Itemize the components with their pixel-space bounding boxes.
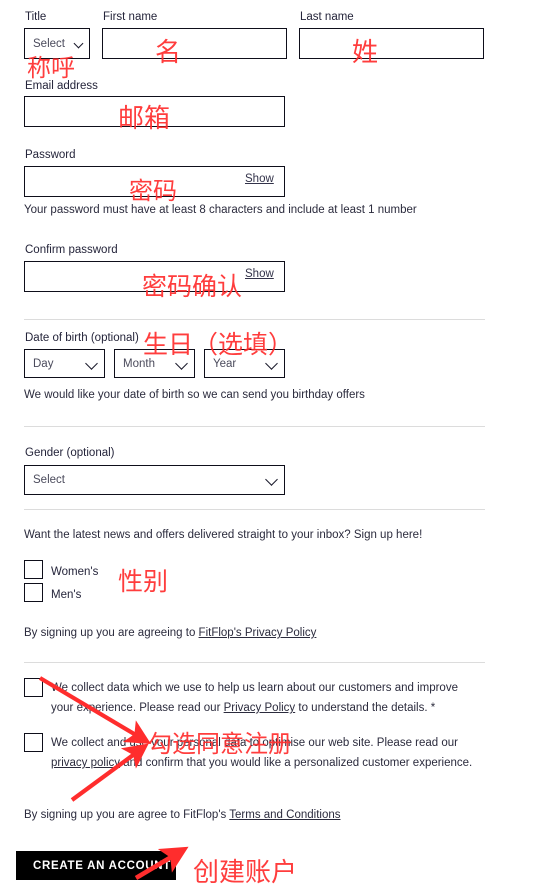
signup-form-page: Title Select First name Last name Email … (0, 0, 545, 888)
divider-gender (24, 426, 485, 427)
chevron-down-icon (85, 356, 98, 370)
fitflop-privacy-policy-link[interactable]: FitFlop's Privacy Policy (199, 627, 317, 639)
email-label: Email address (25, 80, 98, 92)
consent-checkbox-personalization[interactable] (24, 733, 43, 752)
last-name-input[interactable] (299, 28, 484, 59)
terms-prefix: By signing up you are agree to FitFlop's (24, 809, 230, 821)
gender-label: Gender (optional) (25, 447, 115, 459)
title-select[interactable]: Select (24, 28, 90, 59)
newsletter-checkbox-mens[interactable] (24, 583, 43, 602)
consent-checkbox-data[interactable] (24, 678, 43, 697)
divider-dob (24, 319, 485, 320)
newsletter-prompt: Want the latest news and offers delivere… (24, 529, 423, 541)
chevron-down-icon (265, 473, 278, 486)
dob-reason-text: We would like your date of birth so we c… (24, 389, 365, 401)
consent-personalization-after: and confirm that you would like a person… (120, 757, 473, 769)
consent-data-after: to understand the details. * (295, 702, 436, 714)
privacy-policy-link[interactable]: Privacy Policy (224, 702, 296, 714)
consent-text-personalization: We collect and use your personal data to… (51, 733, 483, 773)
newsletter-agreement: By signing up you are agreeing to FitFlo… (24, 623, 504, 643)
newsletter-agreement-prefix: By signing up you are agreeing to (24, 627, 199, 639)
chevron-down-icon (175, 356, 188, 370)
dob-month-select[interactable]: Month (114, 349, 195, 378)
first-name-input[interactable] (102, 28, 287, 59)
first-name-label: First name (103, 11, 158, 23)
newsletter-label-womens: Women's (51, 566, 99, 578)
consent-personalization-before: We collect and use your personal data to… (51, 737, 458, 749)
newsletter-label-mens: Men's (51, 589, 82, 601)
chevron-down-icon (265, 356, 278, 370)
last-name-label: Last name (300, 11, 354, 23)
gender-select-value: Select (33, 474, 65, 486)
gender-select[interactable]: Select (24, 465, 285, 495)
password-label: Password (25, 149, 76, 161)
title-select-value: Select (33, 37, 65, 50)
confirm-password-show-toggle[interactable]: Show (245, 268, 274, 280)
create-account-button[interactable]: CREATE AN ACCOUNT (16, 851, 176, 880)
dob-label: Date of birth (optional) (25, 332, 139, 344)
dob-month-value: Month (123, 357, 155, 370)
confirm-password-label: Confirm password (25, 244, 118, 256)
chevron-down-icon (73, 38, 84, 48)
divider-newsletter (24, 509, 485, 510)
email-input[interactable] (24, 96, 285, 127)
title-label: Title (25, 11, 47, 23)
annotation-gender: 性别 (118, 567, 169, 596)
dob-day-value: Day (33, 357, 54, 370)
password-rule-text: Your password must have at least 8 chara… (24, 204, 417, 216)
annotation-create-account: 创建账户 (193, 858, 298, 888)
divider-consents (24, 662, 485, 663)
dob-year-value: Year (213, 357, 237, 370)
consent-text-data: We collect data which we use to help us … (51, 678, 483, 718)
dob-year-select[interactable]: Year (204, 349, 285, 378)
privacy-policy-link-2[interactable]: privacy policy (51, 757, 120, 769)
terms-agreement: By signing up you are agree to FitFlop's… (24, 805, 514, 825)
newsletter-checkbox-womens[interactable] (24, 560, 43, 579)
password-show-toggle[interactable]: Show (245, 173, 274, 185)
dob-day-select[interactable]: Day (24, 349, 105, 378)
terms-and-conditions-link[interactable]: Terms and Conditions (229, 809, 340, 821)
